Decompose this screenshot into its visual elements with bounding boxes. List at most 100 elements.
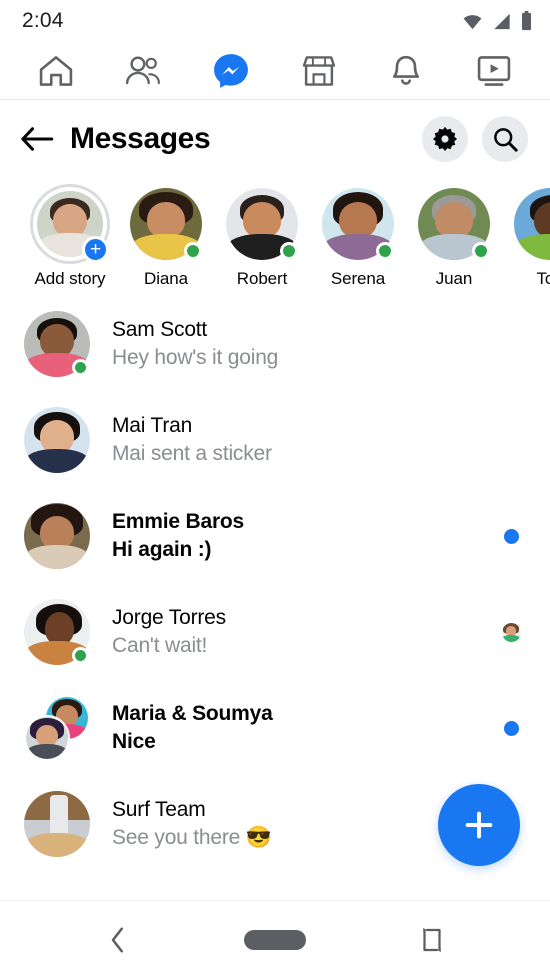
online-status-dot — [280, 242, 298, 260]
conversation-text: Mai Tran Mai sent a sticker — [112, 412, 494, 469]
chevron-left-icon — [112, 927, 124, 952]
story-serena[interactable]: Serena — [310, 184, 406, 288]
story-label: Add story — [34, 269, 106, 288]
status-clock: 2:04 — [22, 9, 64, 32]
rotate-screen-icon — [422, 927, 441, 952]
conversation-status — [494, 720, 528, 736]
android-rotate-button[interactable] — [397, 915, 467, 965]
messenger-tab[interactable] — [203, 49, 259, 93]
video-screen-icon — [477, 55, 511, 86]
status-bar: 2:04 — [0, 0, 550, 42]
conversation-row-maria-and-soumya[interactable]: Maria & Soumya Nice — [0, 680, 550, 776]
story-label: Robert — [236, 269, 288, 288]
android-back-button[interactable] — [83, 915, 153, 965]
bell-icon — [393, 55, 420, 85]
avatar — [24, 695, 90, 761]
conversation-text: Sam Scott Hey how's it going — [112, 316, 494, 373]
home-tab[interactable] — [28, 49, 84, 93]
avatar — [24, 599, 90, 665]
group-avatar — [24, 695, 90, 761]
seen-receipt-avatar — [501, 622, 521, 642]
top-tab-bar — [0, 42, 550, 100]
settings-button[interactable] — [422, 116, 468, 162]
header-actions — [422, 116, 528, 162]
notifications-tab[interactable] — [378, 49, 434, 93]
story-avatar-wrap — [414, 184, 494, 264]
conversation-text: Jorge Torres Can't wait! — [112, 604, 494, 661]
friends-tab[interactable] — [115, 49, 171, 93]
story-diana[interactable]: Diana — [118, 184, 214, 288]
story-juan[interactable]: Juan — [406, 184, 502, 288]
store-icon — [302, 55, 335, 86]
wifi-icon — [463, 14, 482, 29]
watch-tab[interactable] — [466, 49, 522, 93]
arrow-left-icon[interactable] — [20, 122, 54, 156]
conversation-row-emmie-baros[interactable]: Emmie Baros Hi again :) — [0, 488, 550, 584]
people-icon — [126, 55, 161, 84]
gear-icon — [432, 126, 458, 152]
online-status-dot — [376, 242, 394, 260]
conversation-row-jorge-torres[interactable]: Jorge Torres Can't wait! — [0, 584, 550, 680]
home-icon — [39, 55, 73, 86]
conversation-row-mai-tran[interactable]: Mai Tran Mai sent a sticker — [0, 392, 550, 488]
story-avatar-wrap — [222, 184, 302, 264]
battery-icon — [521, 11, 532, 31]
story-label: Diana — [144, 269, 188, 288]
story-label: Serena — [330, 269, 386, 288]
conversation-name: Mai Tran — [112, 413, 193, 437]
avatar — [24, 791, 90, 857]
story-avatar-wrap — [318, 184, 398, 264]
conversation-name: Maria & Soumya — [112, 701, 273, 725]
add-story-plus-icon[interactable]: + — [82, 236, 109, 263]
avatar — [24, 503, 90, 569]
messenger-screen: 2:04 Messages + Add story Diana Robert S… — [0, 0, 550, 978]
conversation-name: Jorge Torres — [112, 605, 226, 629]
marketplace-tab[interactable] — [291, 49, 347, 93]
search-button[interactable] — [482, 116, 528, 162]
conversation-row-sam-scott[interactable]: Sam Scott Hey how's it going — [0, 296, 550, 392]
story-avatar-wrap — [510, 184, 550, 264]
conversation-status — [494, 528, 528, 544]
status-indicators — [462, 11, 532, 31]
home-pill-icon — [243, 929, 306, 950]
online-status-dot — [72, 647, 89, 664]
messenger-icon — [214, 53, 249, 88]
story-ton[interactable]: Ton — [502, 184, 550, 288]
online-status-dot — [472, 242, 490, 260]
group-avatar-2 — [24, 715, 70, 761]
conversation-text: Surf Team See you there 😎 — [112, 796, 494, 853]
android-navigation-bar — [0, 900, 550, 978]
conversation-snippet: Hey how's it going — [112, 346, 279, 369]
conversation-text: Emmie Baros Hi again :) — [112, 508, 494, 565]
conversation-name: Sam Scott — [112, 317, 208, 341]
avatar — [24, 311, 90, 377]
stories-row[interactable]: + Add story Diana Robert Serena Juan To — [0, 178, 550, 290]
conversation-snippet: Nice — [112, 730, 156, 753]
story-label: Ton — [536, 269, 550, 288]
conversation-snippet: Can't wait! — [112, 634, 208, 657]
page-header: Messages — [0, 100, 550, 178]
new-message-fab[interactable] — [438, 784, 520, 866]
page-title: Messages — [70, 122, 211, 155]
conversation-snippet: Hi again :) — [112, 538, 212, 561]
plus-icon — [465, 811, 493, 839]
story-label: Juan — [435, 269, 473, 288]
conversation-name: Emmie Baros — [112, 509, 245, 533]
conversation-name: Surf Team — [112, 797, 206, 821]
conversation-text: Maria & Soumya Nice — [112, 700, 494, 757]
cellular-signal-icon — [494, 13, 510, 29]
story-avatar-wrap — [126, 184, 206, 264]
conversation-snippet: Mai sent a sticker — [112, 442, 272, 465]
search-icon — [493, 127, 518, 152]
avatar — [514, 188, 550, 260]
conversation-snippet: See you there 😎 — [112, 826, 272, 849]
story-add-story[interactable]: + Add story — [22, 184, 118, 288]
online-status-dot — [72, 359, 89, 376]
unread-indicator-dot — [503, 720, 519, 736]
online-status-dot — [184, 242, 202, 260]
story-robert[interactable]: Robert — [214, 184, 310, 288]
conversation-status — [494, 622, 528, 642]
story-avatar-wrap: + — [30, 184, 110, 264]
android-home-button[interactable] — [240, 915, 310, 965]
avatar — [24, 407, 90, 473]
